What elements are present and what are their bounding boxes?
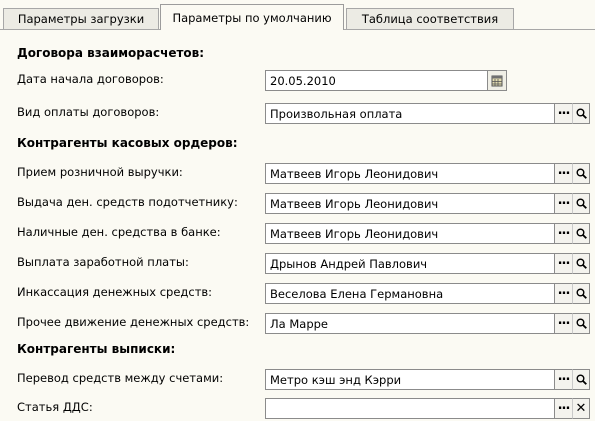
select-button[interactable]: ... [555, 313, 573, 334]
cash-collection-input[interactable]: Веселова Елена Германовна [265, 283, 555, 304]
cash-flow-item-label: Статья ДДС: [17, 400, 93, 414]
open-button[interactable] [572, 253, 590, 274]
accountable-person-input[interactable]: Матвеев Игорь Леонидович [265, 193, 555, 214]
contracts-payment-type-input[interactable]: Произвольная оплата [265, 103, 555, 124]
select-button[interactable]: ... [555, 283, 573, 304]
ellipsis-icon: ... [557, 193, 571, 208]
calendar-button[interactable] [487, 70, 507, 91]
cash-in-bank-label: Наличные ден. средства в банке: [17, 225, 221, 239]
select-button[interactable]: ... [555, 163, 573, 184]
ellipsis-icon: ... [557, 398, 571, 413]
cash-in-bank-input[interactable]: Матвеев Игорь Леонидович [265, 223, 555, 244]
accountable-person-label: Выдача ден. средств подотчетнику: [17, 195, 238, 209]
clear-x-icon: ✕ [575, 401, 587, 416]
select-button[interactable]: ... [555, 223, 573, 244]
other-cash-movement-label: Прочее движение денежных средств: [17, 315, 250, 329]
select-button[interactable]: ... [555, 253, 573, 274]
magnifier-icon [576, 258, 587, 269]
magnifier-icon [576, 228, 587, 239]
salary-payment-input[interactable]: Дрынов Андрей Павлович [265, 253, 555, 274]
open-button[interactable] [572, 223, 590, 244]
ellipsis-icon: ... [557, 369, 571, 384]
retail-revenue-label: Прием розничной выручки: [17, 165, 183, 179]
transfer-between-accounts-input[interactable]: Метро кэш энд Кэрри [265, 369, 555, 390]
tab-strip: Параметры загрузки Параметры по умолчани… [0, 0, 595, 30]
tab-mapping-table[interactable]: Таблица соответствия [346, 8, 514, 29]
open-button[interactable] [572, 369, 590, 390]
select-button[interactable]: ... [555, 369, 573, 390]
ellipsis-icon: ... [557, 163, 571, 178]
calendar-icon [491, 75, 503, 87]
open-button[interactable] [572, 103, 590, 124]
ellipsis-icon: ... [557, 253, 571, 268]
contracts-start-date-input[interactable]: 20.05.2010 [265, 70, 505, 91]
cash-flow-item-input[interactable] [265, 398, 555, 419]
contracts-payment-type-label: Вид оплаты договоров: [17, 105, 160, 119]
magnifier-icon [576, 108, 587, 119]
section-statement-heading: Контрагенты выписки: [17, 342, 176, 356]
magnifier-icon [576, 288, 587, 299]
open-button[interactable] [572, 283, 590, 304]
section-cash-orders-heading: Контрагенты касовых ордеров: [17, 136, 238, 150]
salary-payment-label: Выплата заработной платы: [17, 255, 189, 269]
select-button[interactable]: ... [555, 398, 573, 419]
cash-collection-label: Инкассация денежных средств: [17, 285, 213, 299]
open-button[interactable] [572, 163, 590, 184]
ellipsis-icon: ... [557, 313, 571, 328]
magnifier-icon [576, 168, 587, 179]
magnifier-icon [576, 198, 587, 209]
transfer-between-accounts-label: Перевод средств между счетами: [17, 371, 224, 385]
select-button[interactable]: ... [555, 103, 573, 124]
select-button[interactable]: ... [555, 193, 573, 214]
open-button[interactable] [572, 313, 590, 334]
retail-revenue-input[interactable]: Матвеев Игорь Леонидович [265, 163, 555, 184]
tab-default-parameters[interactable]: Параметры по умолчанию [160, 4, 344, 30]
ellipsis-icon: ... [557, 103, 571, 118]
clear-button[interactable]: ✕ [572, 398, 590, 419]
other-cash-movement-input[interactable]: Ла Марре [265, 313, 555, 334]
contracts-start-date-label: Дата начала договоров: [17, 72, 164, 86]
default-parameters-panel: Договора взаиморасчетов: Дата начала дог… [0, 30, 595, 421]
magnifier-icon [576, 374, 587, 385]
ellipsis-icon: ... [557, 223, 571, 238]
ellipsis-icon: ... [557, 283, 571, 298]
section-contracts-heading: Договора взаиморасчетов: [17, 46, 205, 60]
magnifier-icon [576, 318, 587, 329]
tab-load-parameters[interactable]: Параметры загрузки [3, 8, 159, 29]
open-button[interactable] [572, 193, 590, 214]
